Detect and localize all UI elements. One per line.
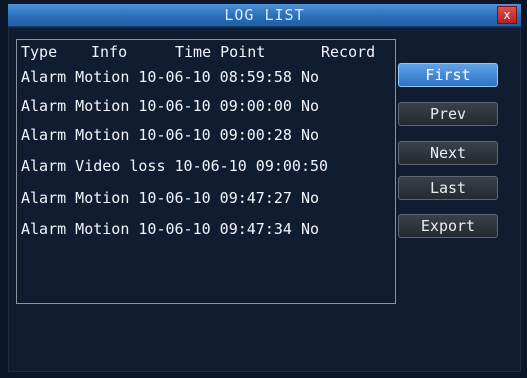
last-button[interactable]: Last xyxy=(398,176,498,200)
next-button[interactable]: Next xyxy=(398,141,498,165)
first-button[interactable]: First xyxy=(398,63,498,87)
log-row[interactable]: Alarm Motion 10-06-10 09:47:34 No xyxy=(21,220,319,238)
log-table: Type Info Time Point Record Alarm Motion… xyxy=(16,39,396,304)
log-row[interactable]: Alarm Motion 10-06-10 08:59:58 No xyxy=(21,68,319,86)
log-row[interactable]: Alarm Motion 10-06-10 09:00:00 No xyxy=(21,97,319,115)
column-header-record: Record xyxy=(321,43,376,61)
prev-button[interactable]: Prev xyxy=(398,102,498,126)
column-header-time-point: Time Point xyxy=(175,43,266,61)
export-button[interactable]: Export xyxy=(398,214,498,238)
column-header-info: Info xyxy=(91,43,128,61)
window-title: LOG LIST xyxy=(224,6,305,24)
log-row[interactable]: Alarm Motion 10-06-10 09:00:28 No xyxy=(21,126,319,144)
title-bar: LOG LIST x xyxy=(8,4,521,27)
log-row[interactable]: Alarm Video loss 10-06-10 09:00:50 xyxy=(21,157,328,175)
close-button[interactable]: x xyxy=(497,6,517,24)
log-table-header: Type Info Time Point Record xyxy=(21,43,393,63)
log-row[interactable]: Alarm Motion 10-06-10 09:47:27 No xyxy=(21,189,319,207)
log-list-window: LOG LIST x Type Info Time Point Record A… xyxy=(0,0,527,378)
column-header-type: Type xyxy=(21,43,58,61)
